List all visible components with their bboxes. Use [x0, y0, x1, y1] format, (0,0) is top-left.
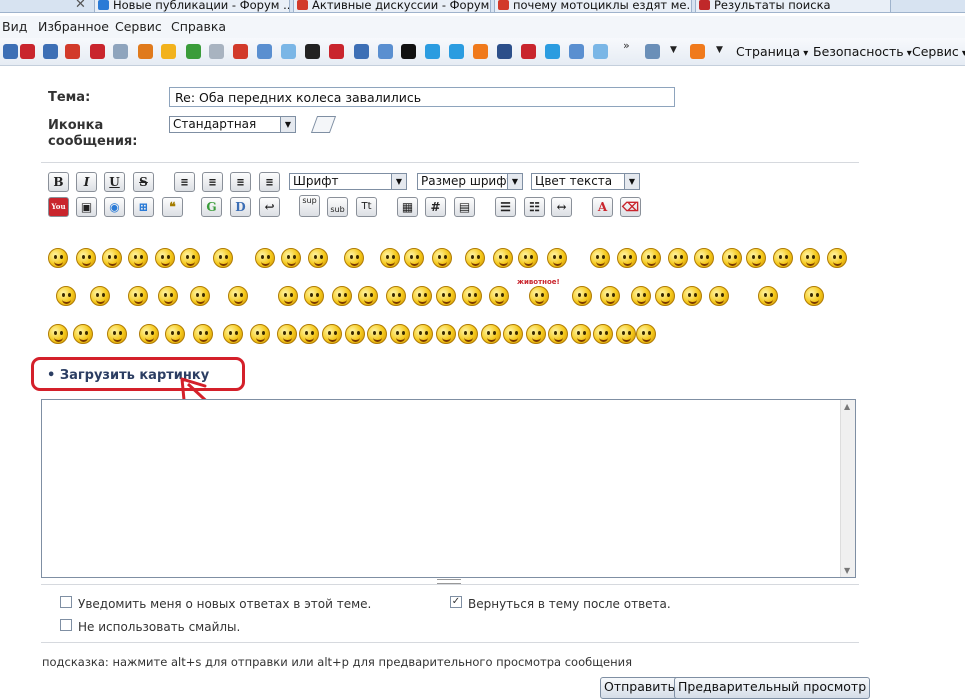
divider	[41, 642, 859, 643]
scroll-up-icon[interactable]: ▲	[844, 402, 850, 411]
preview-button[interactable]: Предварительный просмотр	[674, 677, 871, 699]
return-label: Вернуться в тему после ответа.	[468, 597, 671, 611]
notify-label: Уведомить меня о новых ответах в этой те…	[78, 597, 372, 611]
submit-button[interactable]: Отправить	[600, 677, 680, 699]
vertical-scrollbar[interactable]: ▲ ▼	[840, 400, 855, 577]
message-textarea[interactable]: ▲ ▼	[41, 399, 856, 578]
disable-smilies-checkbox[interactable]	[60, 619, 72, 631]
return-checkbox[interactable]: ✓	[450, 596, 462, 608]
keyboard-hint: подсказка: нажмите alt+s для отправки ил…	[42, 655, 633, 669]
scroll-down-icon[interactable]: ▼	[844, 566, 850, 575]
disable-smilies-label: Не использовать смайлы.	[78, 620, 241, 634]
divider	[41, 584, 859, 585]
notify-checkbox[interactable]	[60, 596, 72, 608]
